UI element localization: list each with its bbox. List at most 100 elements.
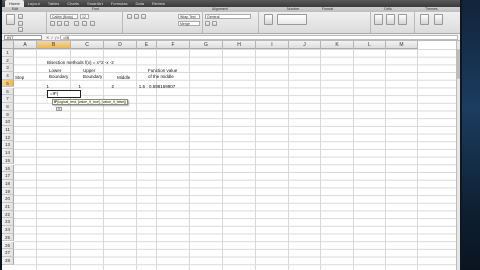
percent-button[interactable] bbox=[212, 21, 217, 26]
column-header-e[interactable]: E bbox=[137, 41, 157, 49]
row-header-27[interactable]: 27 bbox=[2, 249, 14, 257]
column-header-k[interactable]: K bbox=[321, 41, 354, 49]
format-painter-button[interactable] bbox=[18, 27, 23, 32]
tab-home[interactable]: Home bbox=[5, 0, 24, 7]
row-header-17[interactable]: 17 bbox=[2, 172, 14, 180]
cut-button[interactable] bbox=[18, 14, 23, 19]
delete-cells-button[interactable] bbox=[386, 14, 395, 25]
cell-row4-upper[interactable]: 2 bbox=[107, 84, 114, 89]
row-header-28[interactable]: 28 bbox=[2, 256, 14, 265]
cell-row4-step[interactable]: 1 bbox=[42, 84, 49, 89]
tab-smartart[interactable]: SmartArt bbox=[83, 0, 107, 7]
merge-button[interactable]: Merge bbox=[178, 21, 200, 26]
formula-input[interactable]: =IB bbox=[60, 35, 458, 40]
row-header-25[interactable]: 25 bbox=[2, 233, 14, 242]
select-all-corner[interactable] bbox=[2, 41, 14, 49]
row-header-5[interactable]: 5 bbox=[2, 79, 14, 88]
row-header-26[interactable]: 26 bbox=[2, 241, 14, 250]
cell-fvalue-header-2[interactable]: of the middle bbox=[148, 74, 174, 79]
row-header-6[interactable]: 6 bbox=[2, 87, 14, 96]
row-header-20[interactable]: 20 bbox=[2, 195, 14, 203]
themes-button[interactable] bbox=[420, 14, 429, 25]
row-header-14[interactable]: 14 bbox=[2, 149, 14, 157]
underline-button[interactable] bbox=[64, 21, 69, 26]
column-header-m[interactable]: M bbox=[386, 41, 418, 49]
column-header-f[interactable]: F bbox=[157, 41, 190, 49]
fill-color-button[interactable] bbox=[82, 21, 87, 26]
autocomplete-tag-icon[interactable]: ▾ bbox=[56, 107, 62, 111]
column-header-l[interactable]: L bbox=[354, 41, 386, 49]
row-header-10[interactable]: 10 bbox=[2, 118, 14, 126]
row-header-22[interactable]: 22 bbox=[2, 210, 14, 219]
column-header-b[interactable]: B bbox=[37, 41, 71, 49]
name-box[interactable]: INT bbox=[4, 35, 42, 40]
column-header-d[interactable]: D bbox=[104, 41, 137, 49]
cell-area[interactable] bbox=[14, 49, 460, 270]
column-header-g[interactable]: G bbox=[190, 41, 223, 49]
bold-button[interactable] bbox=[50, 21, 55, 26]
number-format-select[interactable]: General bbox=[205, 14, 251, 19]
paste-button[interactable] bbox=[6, 14, 15, 25]
row-header-4[interactable]: 4 bbox=[2, 72, 14, 80]
font-color-button[interactable] bbox=[90, 21, 95, 26]
row-header-8[interactable]: 8 bbox=[2, 102, 14, 111]
cell-upper-header-1[interactable]: Upper bbox=[83, 68, 95, 73]
tab-layout[interactable]: Layout bbox=[24, 0, 44, 7]
column-gridline bbox=[288, 49, 289, 270]
currency-button[interactable] bbox=[205, 21, 210, 26]
cell-lower-header-1[interactable]: Lower bbox=[49, 68, 61, 73]
cell-row4-lower[interactable]: 1 bbox=[74, 84, 81, 89]
wrap-text-button[interactable]: Wrap Text bbox=[178, 14, 200, 19]
row-header-24[interactable]: 24 bbox=[2, 226, 14, 234]
format-cells-button[interactable] bbox=[398, 14, 407, 25]
conditional-formatting-button[interactable] bbox=[264, 14, 273, 25]
row-header-16[interactable]: 16 bbox=[2, 164, 14, 173]
cell-lower-header-2[interactable]: Boundary bbox=[49, 74, 68, 79]
italic-button[interactable] bbox=[57, 21, 62, 26]
formula-cancel-confirm-icon[interactable]: ✕ ✓ ƒx bbox=[46, 35, 59, 40]
copy-button[interactable] bbox=[18, 21, 23, 26]
tab-review[interactable]: Review bbox=[148, 0, 169, 7]
row-header-21[interactable]: 21 bbox=[2, 203, 14, 211]
cell-row5-entry[interactable]: =IF( bbox=[50, 91, 58, 96]
align-right-button[interactable] bbox=[141, 14, 146, 19]
cell-step-header[interactable]: Step bbox=[15, 75, 24, 80]
row-header-11[interactable]: 11 bbox=[2, 126, 14, 134]
cell-fvalue-header-1[interactable]: Function value bbox=[148, 68, 177, 73]
row-header-19[interactable]: 19 bbox=[2, 187, 14, 196]
row-header-23[interactable]: 23 bbox=[2, 218, 14, 227]
row-header-1[interactable]: 1 bbox=[2, 49, 14, 57]
cell-row4-middle[interactable]: 1.5 bbox=[133, 84, 145, 89]
font-name-select[interactable]: Calibri (Body) bbox=[50, 14, 78, 19]
theme-fonts-button[interactable] bbox=[434, 14, 443, 25]
scrollbar-thumb[interactable] bbox=[457, 49, 460, 79]
cell-row4-fvalue[interactable]: 0.598169907 bbox=[149, 84, 175, 89]
vertical-scrollbar[interactable] bbox=[456, 41, 460, 270]
column-header-c[interactable]: C bbox=[71, 41, 104, 49]
borders-button[interactable] bbox=[74, 21, 79, 26]
cell-middle-header[interactable]: Middle bbox=[117, 75, 130, 80]
tab-tables[interactable]: Tables bbox=[44, 0, 64, 7]
font-size-select[interactable]: 12 bbox=[80, 14, 89, 19]
cell-styles-gallery[interactable] bbox=[277, 14, 307, 25]
row-header-12[interactable]: 12 bbox=[2, 133, 14, 142]
cell-upper-header-2[interactable]: Boundary bbox=[83, 74, 102, 79]
row-header-3[interactable]: 3 bbox=[2, 64, 14, 73]
column-header-a[interactable]: A bbox=[14, 41, 37, 49]
row-header-9[interactable]: 9 bbox=[2, 110, 14, 119]
column-header-j[interactable]: J bbox=[289, 41, 321, 49]
row-header-2[interactable]: 2 bbox=[2, 56, 14, 65]
cell-title[interactable]: Bisection methods f(x) = x^2 -x -2 bbox=[47, 60, 114, 65]
row-header-15[interactable]: 15 bbox=[2, 156, 14, 165]
column-header-h[interactable]: H bbox=[223, 41, 256, 49]
row-header-18[interactable]: 18 bbox=[2, 179, 14, 188]
row-header-13[interactable]: 13 bbox=[2, 141, 14, 150]
tab-formulas[interactable]: Formulas bbox=[107, 0, 132, 7]
tab-data[interactable]: Data bbox=[131, 0, 147, 7]
insert-cells-button[interactable] bbox=[374, 14, 383, 25]
column-header-i[interactable]: I bbox=[256, 41, 289, 49]
tab-charts[interactable]: Charts bbox=[63, 0, 83, 7]
row-header-7[interactable]: 7 bbox=[2, 95, 14, 103]
align-left-button[interactable] bbox=[127, 14, 132, 19]
align-center-button[interactable] bbox=[134, 14, 139, 19]
